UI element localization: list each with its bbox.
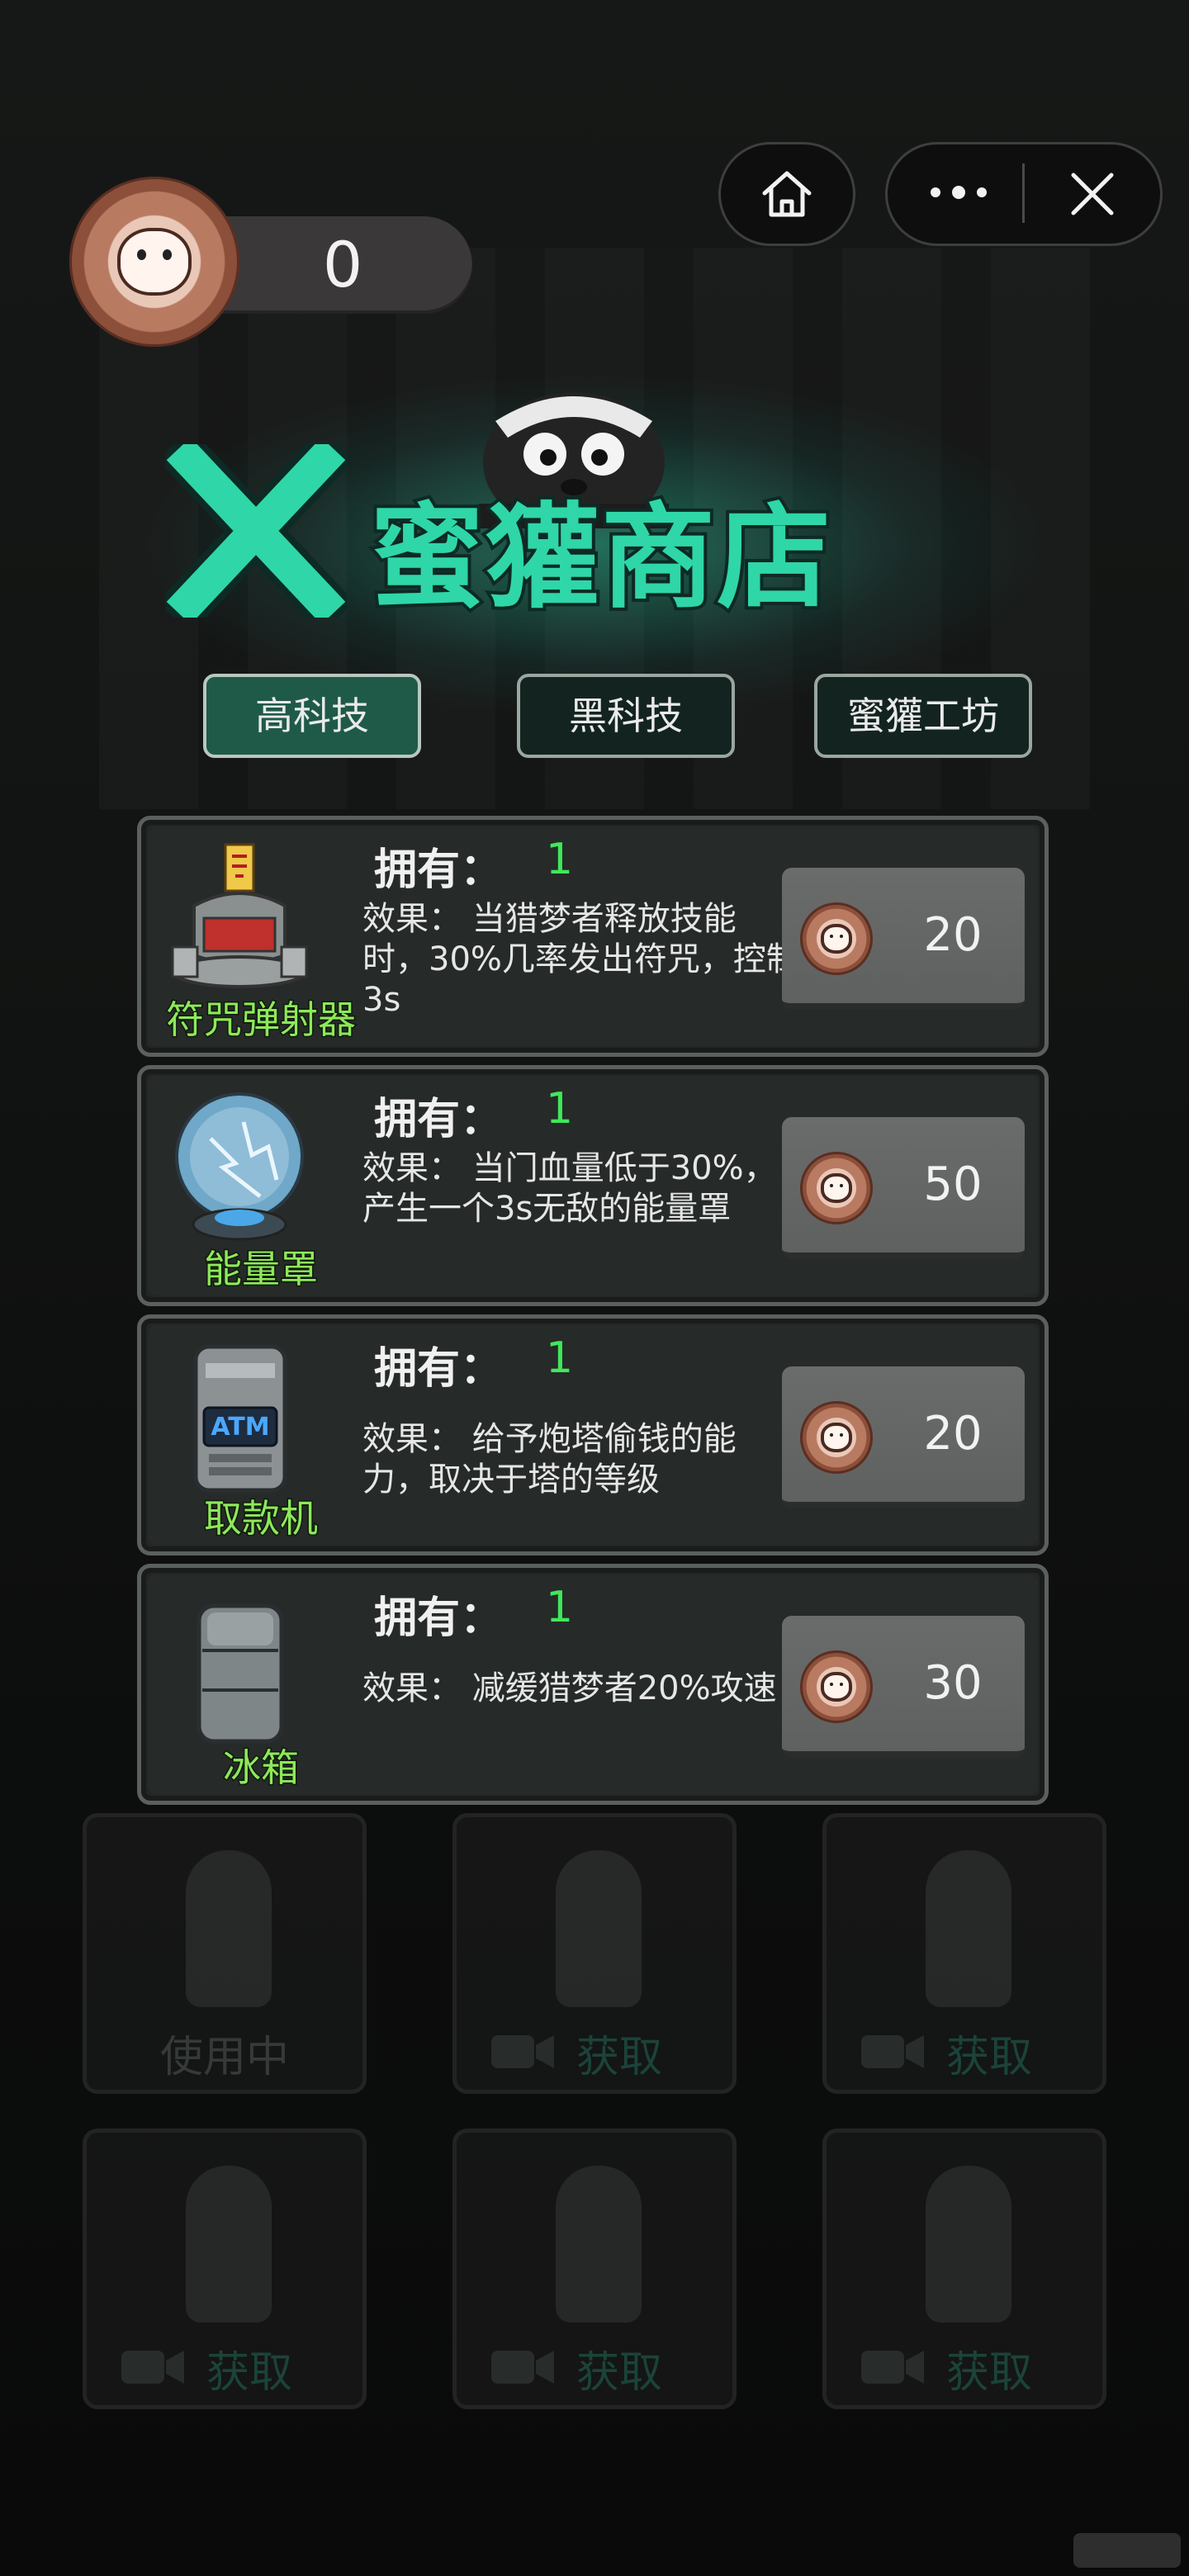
tab-badger-workshop[interactable]: 蜜獾工坊 — [814, 674, 1032, 758]
shop-item-card: 冰箱 拥有： 1 效果： 减缓猎梦者20%攻速 30 — [137, 1564, 1049, 1805]
item-name: 能量罩 — [203, 1246, 320, 1293]
character-get-label: 获取 — [945, 2348, 1032, 2398]
tab-high-tech[interactable]: 高科技 — [203, 674, 421, 758]
shop-item-card: 能量罩 拥有： 1 效果： 当门血量低于30%，产生一个3s无敌的能量罩 50 — [137, 1065, 1049, 1306]
item-effect: 效果： 给予炮塔偷钱的能力，取决于塔的等级 — [362, 1420, 737, 1499]
atm-label: ATM — [211, 1413, 269, 1442]
item-effect: 效果： 当猎梦者释放技能时，30%几率发出符咒，控制3s — [362, 900, 799, 1019]
owned-value: 1 — [546, 1583, 574, 1632]
owned-label: 拥有： — [374, 845, 504, 895]
coin-icon — [800, 902, 873, 975]
item-name: 取款机 — [203, 1495, 320, 1542]
character-slot: 使用中 — [83, 1813, 367, 2094]
buy-button[interactable]: 20 — [782, 1366, 1025, 1508]
character-slot: 获取 — [822, 2129, 1106, 2409]
shop-item-card: ATM 取款机 拥有： 1 效果： 给予炮塔偷钱的能力，取决于塔的等级 20 — [137, 1314, 1049, 1556]
buy-button[interactable]: 50 — [782, 1117, 1025, 1259]
character-slot: 获取 — [452, 2129, 737, 2409]
talisman-launcher-icon — [171, 843, 308, 988]
price: 50 — [923, 1158, 983, 1211]
item-name: 符咒弹射器 — [165, 997, 358, 1044]
owned-value: 1 — [546, 1333, 574, 1383]
home-icon[interactable] — [758, 165, 816, 223]
capsule-divider — [1022, 163, 1025, 223]
character-get-label: 获取 — [576, 2033, 662, 2082]
item-effect: 效果： 当门血量低于30%，产生一个3s无敌的能量罩 — [362, 1149, 777, 1228]
atm-icon: ATM — [193, 1344, 287, 1493]
character-get-label: 获取 — [206, 2348, 292, 2398]
x-close-icon[interactable] — [165, 444, 347, 618]
close-icon[interactable] — [1065, 167, 1120, 221]
owned-label: 拥有： — [374, 1095, 504, 1144]
tab-black-tech[interactable]: 黑科技 — [517, 674, 735, 758]
coin-icon — [800, 1152, 873, 1224]
character-get-label: 获取 — [576, 2348, 662, 2398]
energy-shield-icon — [175, 1092, 304, 1241]
coin-icon — [69, 177, 239, 347]
price: 20 — [923, 1407, 983, 1461]
owned-value: 1 — [546, 1084, 574, 1134]
character-get-label: 获取 — [945, 2033, 1032, 2082]
owned-label: 拥有： — [374, 1593, 504, 1643]
watermark-logo — [1073, 2533, 1181, 2568]
owned-label: 拥有： — [374, 1344, 504, 1394]
buy-button[interactable]: 30 — [782, 1616, 1025, 1758]
more-dots-icon[interactable] — [921, 172, 996, 213]
item-effect: 效果： 减缓猎梦者20%攻速 — [362, 1669, 777, 1707]
price: 30 — [923, 1656, 983, 1710]
shop-title: 蜜獾商店 — [367, 488, 834, 627]
buy-button[interactable]: 20 — [782, 868, 1025, 1010]
item-name: 冰箱 — [222, 1745, 301, 1792]
fridge-icon — [197, 1603, 284, 1744]
character-status: 使用中 — [159, 2033, 289, 2082]
shop-item-card: 符咒弹射器 拥有： 1 效果： 当猎梦者释放技能时，30%几率发出符咒，控制3s… — [137, 816, 1049, 1057]
character-slot: 获取 — [452, 1813, 737, 2094]
coin-icon — [800, 1401, 873, 1474]
character-slot: 获取 — [822, 1813, 1106, 2094]
price: 20 — [923, 908, 983, 962]
character-slot: 获取 — [83, 2129, 367, 2409]
owned-value: 1 — [546, 835, 574, 884]
coin-icon — [800, 1650, 873, 1723]
